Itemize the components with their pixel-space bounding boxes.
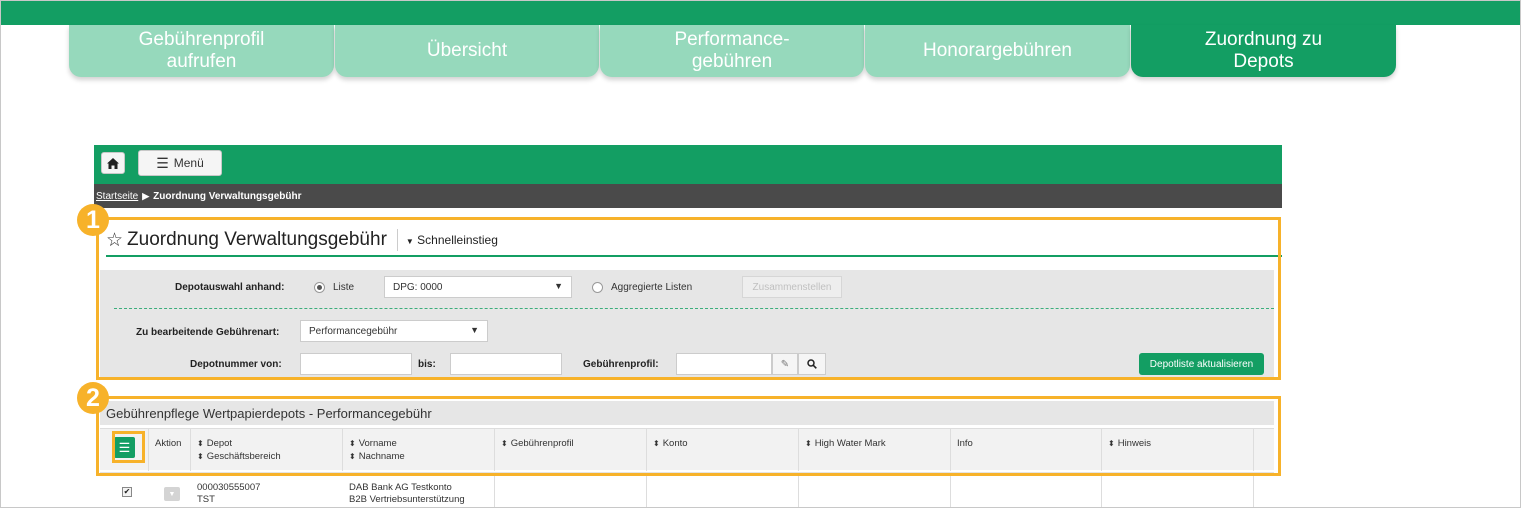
row-checkbox[interactable]: ✔ [122, 487, 132, 497]
tab-label-line1: Zuordnung zu [1204, 29, 1323, 50]
tab-label-line1: Performance- [674, 29, 790, 50]
highlight-box-2 [96, 396, 1281, 476]
callout-badge-2: 2 [77, 382, 109, 414]
tutorial-frame: Gebührenprofil aufrufen Übersicht Perform… [0, 0, 1521, 508]
column-separator [798, 473, 799, 507]
highlight-box-1 [96, 217, 1281, 380]
tab-performancegebuehren[interactable]: Performance-gebühren [600, 25, 864, 77]
first-name: DAB Bank AG Testkonto [349, 482, 452, 493]
breadcrumb-current: Zuordnung Verwaltungsgebühr [153, 190, 302, 202]
business-area: TST [197, 494, 215, 505]
menu-button[interactable]: ☰ Menü [138, 150, 222, 176]
home-icon [107, 157, 119, 169]
callout-badge-1: 1 [77, 204, 109, 236]
tab-honorargebuehren[interactable]: Honorargebühren [865, 25, 1130, 77]
last-name: B2B Vertriebsunterstützung [349, 494, 465, 505]
caret-right-icon: ▶ [142, 190, 150, 201]
cell-name: DAB Bank AG Testkonto B2B Vertriebsunter… [349, 482, 465, 506]
depot-number: 000030555007 [197, 482, 261, 493]
column-separator [1101, 473, 1102, 507]
tab-uebersicht[interactable]: Übersicht [335, 25, 599, 77]
column-separator [646, 473, 647, 507]
tab-gebuehrenprofil-aufrufen[interactable]: Gebührenprofil aufrufen [69, 25, 334, 77]
tab-label-line2: aufrufen [166, 51, 237, 72]
menu-label: Menü [173, 156, 204, 170]
app-header: ☰ Menü [94, 145, 1282, 184]
table-row[interactable]: ✔ ▼ 000030555007 TST DAB Bank AG Testkon… [100, 472, 1274, 507]
hamburger-icon: ☰ [156, 154, 169, 171]
tab-label: Honorargebühren [923, 40, 1072, 61]
breadcrumb-home-link[interactable]: Startseite [96, 191, 138, 202]
tab-label: Übersicht [426, 40, 508, 61]
cell-depot: 000030555007 TST [197, 482, 260, 506]
column-separator [950, 473, 951, 507]
home-button[interactable] [101, 152, 125, 174]
tab-label-line2: Depots [1233, 51, 1294, 72]
tab-zuordnung-zu-depots[interactable]: Zuordnung zu Depots [1131, 25, 1396, 77]
tab-label-line2: gebühren [691, 51, 773, 72]
tab-label-line1: Gebührenprofil [138, 29, 265, 50]
breadcrumb: Startseite ▶ Zuordnung Verwaltungsgebühr [94, 184, 1282, 208]
callout-number: 2 [86, 383, 100, 412]
highlight-grid-menu [112, 431, 145, 463]
callout-number: 1 [86, 205, 100, 234]
column-separator [1253, 473, 1254, 507]
row-action-button[interactable]: ▼ [164, 487, 180, 501]
top-accent-bar [1, 1, 1520, 25]
column-separator [494, 473, 495, 507]
